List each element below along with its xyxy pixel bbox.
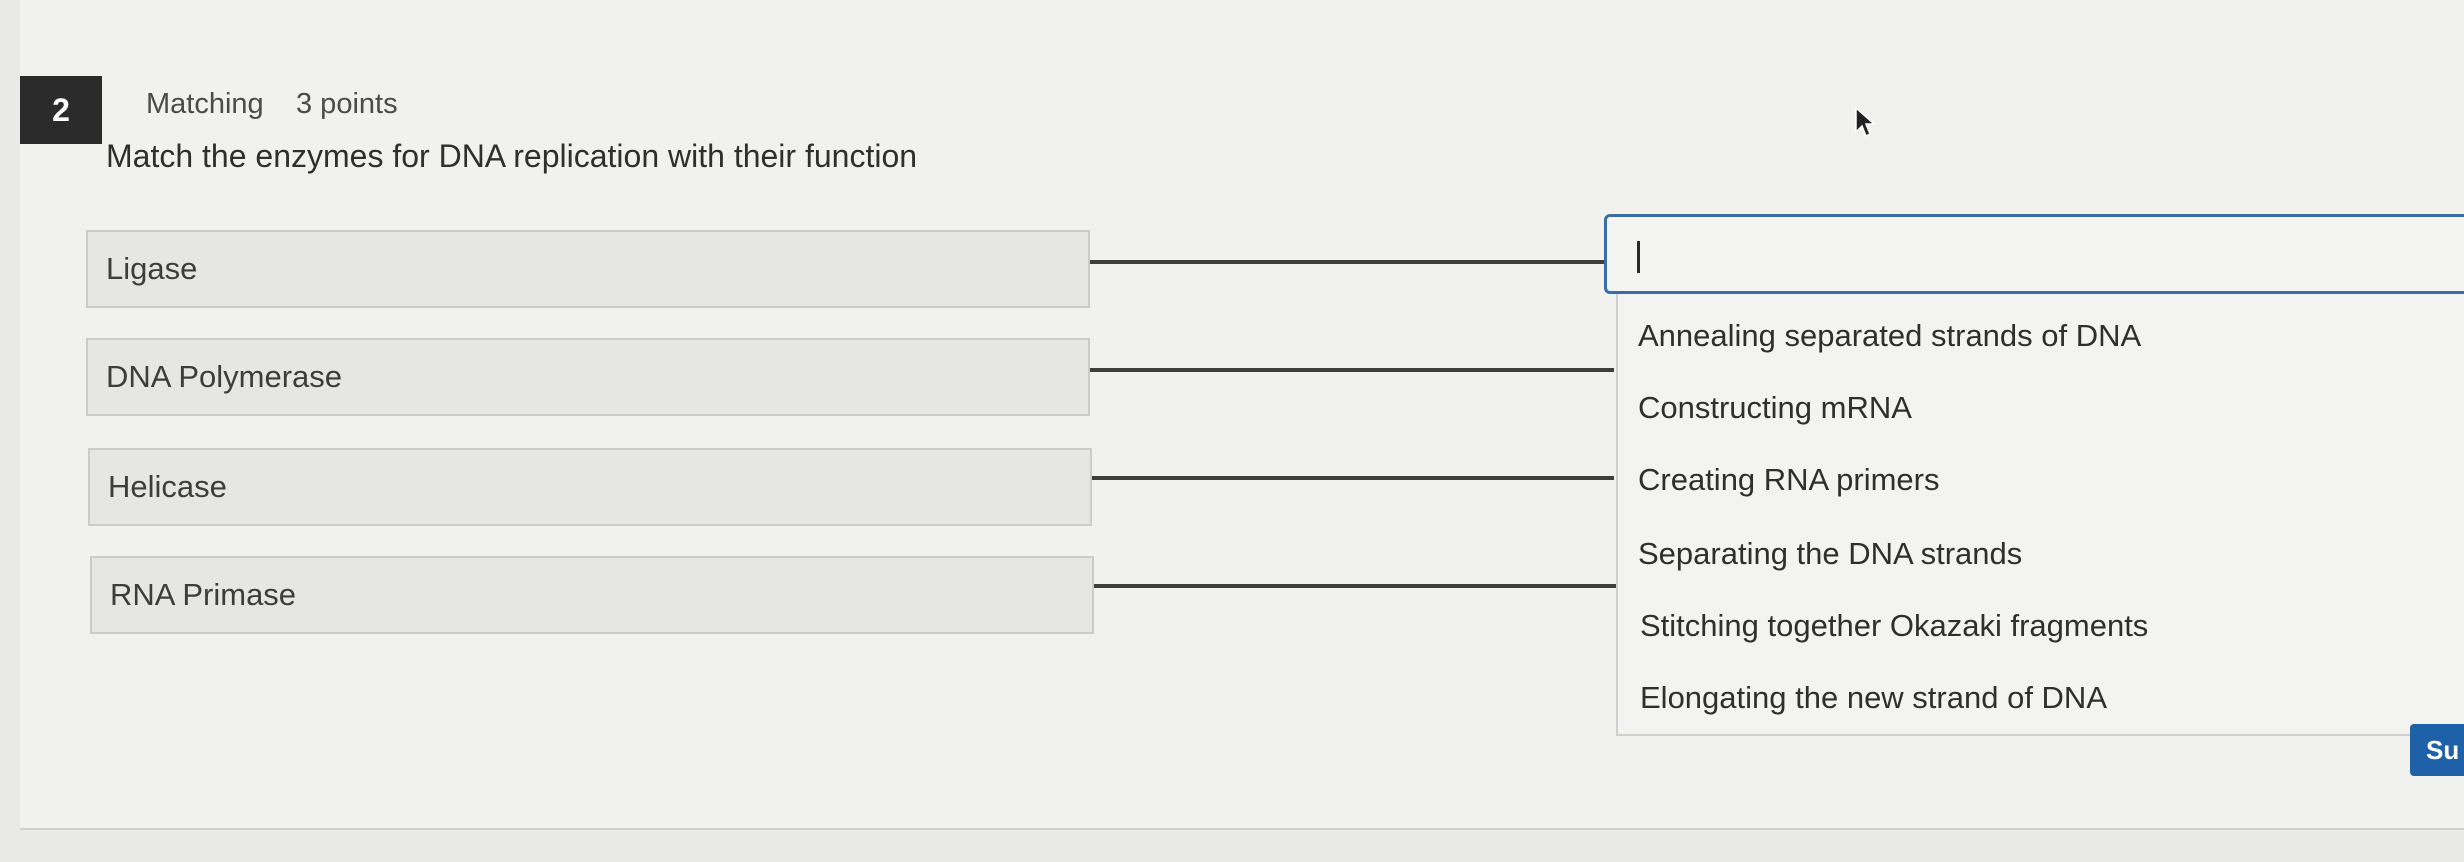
match-answer-input[interactable] (1604, 214, 2464, 294)
text-caret (1637, 241, 1640, 273)
term-ligase: Ligase (86, 230, 1090, 308)
option-item[interactable]: Stitching together Okazaki fragments (1640, 608, 2148, 644)
term-rna-primase: RNA Primase (90, 556, 1094, 634)
options-dropdown: Annealing separated strands of DNA Const… (1616, 294, 2464, 736)
question-prompt: Match the enzymes for DNA replication wi… (106, 138, 918, 174)
option-item[interactable]: Elongating the new strand of DNA (1640, 680, 2107, 716)
question-number-badge: 2 (20, 76, 102, 144)
question-type: Matching (146, 88, 264, 120)
option-item[interactable]: Annealing separated strands of DNA (1638, 318, 2141, 354)
submit-button[interactable]: Su (2410, 724, 2464, 776)
connector-line-3 (1092, 476, 1614, 480)
connector-line-2 (1090, 368, 1614, 372)
question-card: 2 Matching 3 points Match the enzymes fo… (20, 0, 2464, 830)
term-dna-polymerase: DNA Polymerase (86, 338, 1090, 416)
question-points: 3 points (296, 88, 398, 120)
term-helicase: Helicase (88, 448, 1092, 526)
option-item[interactable]: Constructing mRNA (1638, 390, 1912, 426)
option-item[interactable]: Creating RNA primers (1638, 462, 1939, 498)
connector-line-4 (1094, 584, 1616, 588)
connector-line-1 (1090, 260, 1604, 264)
mouse-pointer-icon (1855, 106, 1876, 138)
option-item[interactable]: Separating the DNA strands (1638, 536, 2022, 572)
